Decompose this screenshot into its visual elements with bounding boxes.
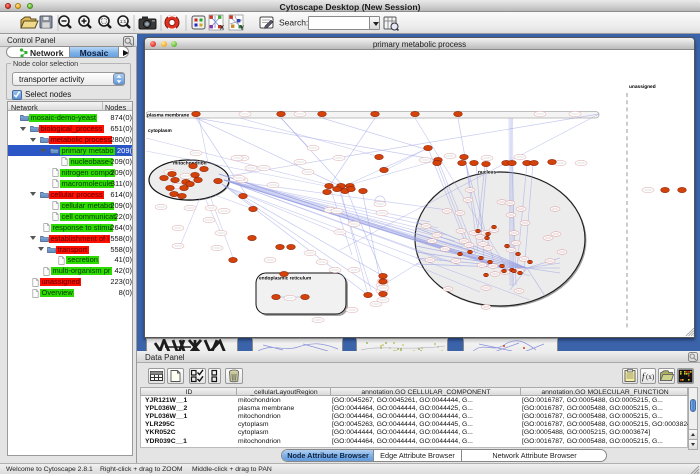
svg-text:nucleus: nucleus xyxy=(478,170,496,176)
svg-text:unassigned: unassigned xyxy=(629,84,656,90)
svg-text:(x): (x) xyxy=(646,373,655,381)
svg-text:1:1: 1:1 xyxy=(120,19,127,24)
svg-text:Search:: Search: xyxy=(279,18,308,28)
svg-text:Y: Y xyxy=(240,26,244,32)
svg-text:cytoplasm: cytoplasm xyxy=(148,128,172,134)
svg-text:plasma membrane: plasma membrane xyxy=(147,113,189,119)
svg-text:X: X xyxy=(220,26,224,32)
